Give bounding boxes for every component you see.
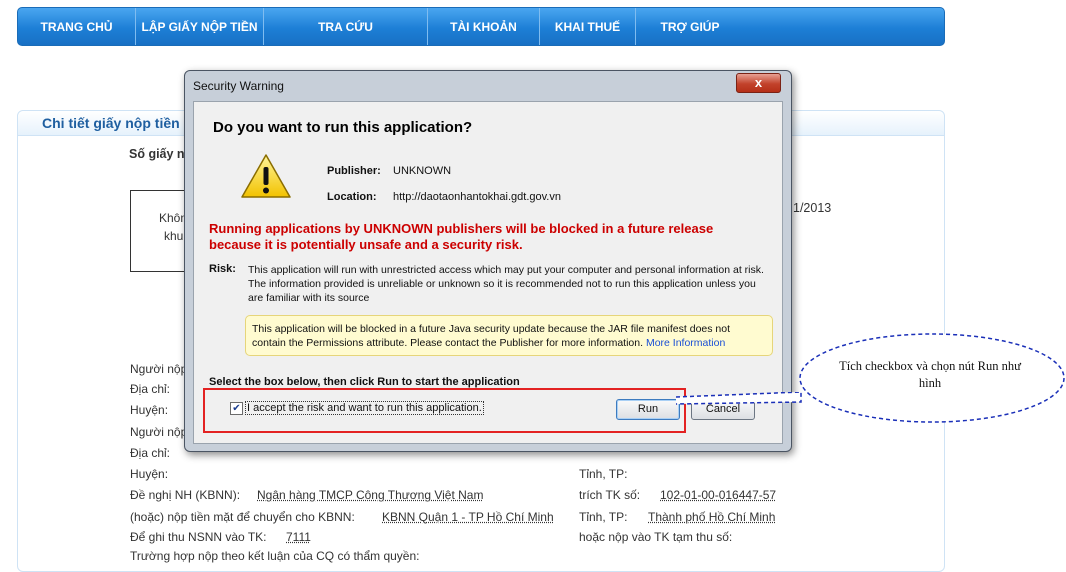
highlight-box <box>203 388 686 433</box>
de-nghi-label: Đề nghị NH (KBNN): <box>130 488 241 502</box>
nav-item-khai-thue[interactable]: KHAI THUẾ <box>540 8 636 45</box>
row-label-dia-chi-2: Địa chỉ: <box>130 446 171 460</box>
risk-text: This application will run with unrestric… <box>248 264 764 304</box>
tien-mat-value: KBNN Quận 1 - TP Hồ Chí Minh <box>382 510 554 524</box>
tk-tam-thu-label: hoặc nộp vào TK tạm thu số: <box>579 530 733 544</box>
row-label-nguoi-nop-2: Người nộp <box>130 425 188 439</box>
nav-item-lap-giay-nop-tien[interactable]: LẬP GIẤY NỘP TIỀN <box>136 8 264 45</box>
tinh-tp2-value: Thành phố Hồ Chí Minh <box>648 510 776 524</box>
box-text-line2: khu <box>164 229 184 243</box>
close-icon: x <box>754 75 763 90</box>
warning-icon <box>241 154 291 198</box>
truong-hop-label: Trường hợp nộp theo kết luận của CQ có t… <box>130 549 420 563</box>
close-button[interactable]: x <box>736 73 781 93</box>
select-instruction: Select the box below, then click Run to … <box>209 376 520 388</box>
trich-tk-value: 102-01-00-016447-57 <box>660 488 777 502</box>
de-nghi-value: Ngân hàng TMCP Công Thương Việt Nam <box>257 488 484 502</box>
trich-tk-label: trích TK số: <box>579 488 641 502</box>
so-giay-label: Số giấy n <box>129 147 185 161</box>
row-label-nguoi-nop: Người nộp <box>130 362 188 376</box>
publisher-value: UNKNOWN <box>393 165 452 177</box>
panel-title: Chi tiết giấy nộp tiền <box>42 115 180 131</box>
nav-item-tra-cuu[interactable]: TRA CỨU <box>264 8 428 45</box>
ghi-thu-label: Để ghi thu NSNN vào TK: <box>130 530 267 544</box>
unknown-publisher-warning: Running applications by UNKNOWN publishe… <box>209 221 714 252</box>
location-value: http://daotaonhantokhai.gdt.gov.vn <box>393 191 561 203</box>
top-nav-bar: TRANG CHỦ LẬP GIẤY NỘP TIỀN TRA CỨU TÀI … <box>17 7 945 46</box>
nav-item-tro-giup[interactable]: TRỢ GIÚP <box>636 8 744 45</box>
publisher-label: Publisher: <box>327 165 381 177</box>
more-information-link[interactable]: More Information <box>646 337 725 349</box>
callout-pointer <box>676 392 802 405</box>
risk-label: Risk: <box>209 263 236 275</box>
row-label-huyen: Huyện: <box>130 403 169 417</box>
row-label-huyen-2: Huyện: <box>130 467 169 481</box>
tien-mat-label: (hoặc) nộp tiền mặt để chuyển cho KBNN: <box>130 510 355 524</box>
nav-item-trang-chu[interactable]: TRANG CHỦ <box>18 8 136 45</box>
row-label-dia-chi: Địa chỉ: <box>130 382 171 396</box>
ghi-thu-value: 7111 <box>286 530 311 544</box>
callout-text: Tích checkbox và chọn nút Run như hình <box>839 359 1021 390</box>
box-text-line1: Khôn <box>159 211 188 225</box>
dialog-title: Security Warning <box>193 79 284 93</box>
date-text: 1/2013 <box>793 201 832 215</box>
nav-item-tai-khoan[interactable]: TÀI KHOẢN <box>428 8 540 45</box>
dialog-heading: Do you want to run this application? <box>213 119 473 136</box>
tinh-tp-label: Tỉnh, TP: <box>579 467 628 481</box>
tinh-tp2-label: Tỉnh, TP: <box>579 510 628 524</box>
java-blocked-notice: This application will be blocked in a fu… <box>245 315 773 356</box>
location-label: Location: <box>327 191 377 203</box>
